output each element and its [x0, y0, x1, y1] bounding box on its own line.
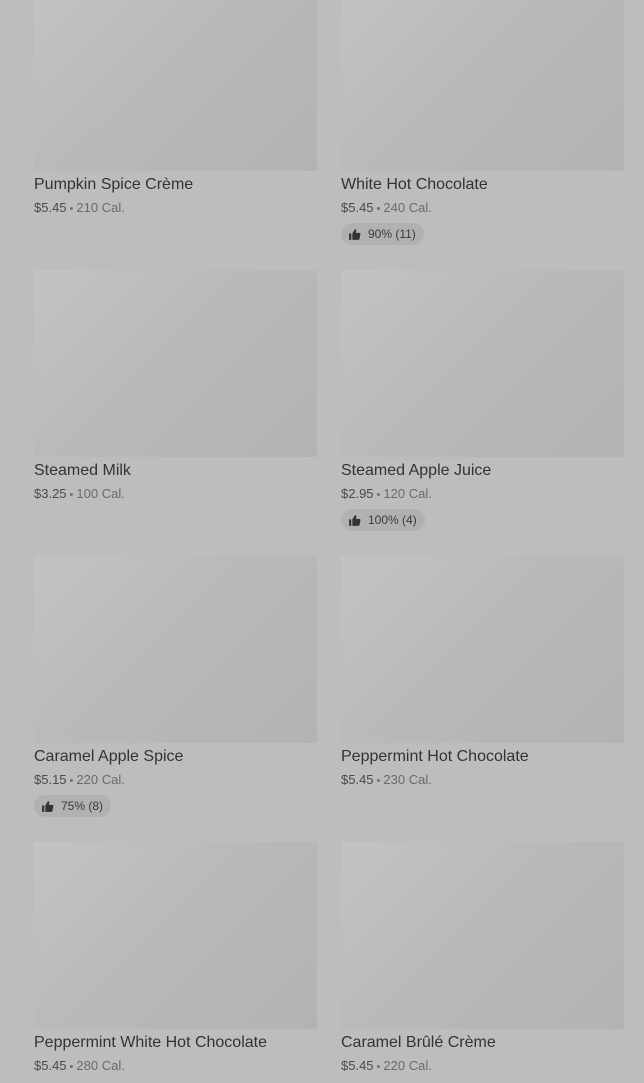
menu-item-name: Steamed Apple Juice: [341, 462, 492, 479]
meta-separator: •: [69, 775, 74, 787]
menu-item-image[interactable]: [34, 842, 317, 1029]
meta-separator: •: [376, 203, 381, 215]
menu-item-name: Pumpkin Spice Crème: [34, 176, 194, 193]
menu-item-calories: 120 Cal.: [383, 486, 432, 501]
menu-item-meta: $3.25 • 100 Cal.: [34, 485, 125, 504]
rating-text: 75% (8): [61, 799, 104, 813]
meta-separator: •: [376, 775, 381, 787]
menu-item-price: $5.45: [34, 200, 67, 215]
menu-item-price: $3.25: [34, 486, 67, 501]
menu-item-name: Caramel Brûlé Crème: [341, 1034, 496, 1051]
menu-item-meta: $5.45 • 220 Cal.: [341, 1057, 432, 1076]
menu-item-meta: $5.45 • 240 Cal.: [341, 199, 432, 218]
menu-item-meta: $2.95 • 120 Cal.: [341, 485, 432, 504]
menu-item-calories: 280 Cal.: [76, 1058, 125, 1073]
menu-item-image[interactable]: [341, 556, 624, 743]
menu-item-calories: 100 Cal.: [76, 486, 125, 501]
thumbs-up-icon: [349, 514, 361, 526]
menu-grid: Pumpkin Spice Crème $5.45 • 210 Cal. White…: [0, 0, 644, 1083]
menu-item-image[interactable]: [341, 270, 624, 457]
menu-item-name: Steamed Milk: [34, 462, 131, 479]
menu-item-calories: 210 Cal.: [76, 200, 125, 215]
menu-item-meta: $5.45 • 230 Cal.: [341, 771, 432, 790]
meta-separator: •: [69, 203, 74, 215]
menu-item-price: $5.45: [341, 772, 374, 787]
thumbs-up-icon: [349, 228, 361, 240]
thumbs-up-icon: [42, 800, 54, 812]
menu-item-meta: $5.45 • 280 Cal.: [34, 1057, 125, 1076]
menu-item-image[interactable]: [341, 0, 624, 171]
menu-item-price: $5.45: [341, 1058, 374, 1073]
rating-badge: 75% (8): [34, 795, 112, 817]
meta-separator: •: [376, 1061, 381, 1073]
menu-item-image[interactable]: [34, 556, 317, 743]
menu-item-calories: 240 Cal.: [383, 200, 432, 215]
rating-badge: 100% (4): [341, 509, 425, 531]
menu-item-calories: 220 Cal.: [76, 772, 125, 787]
menu-item-name: Caramel Apple Spice: [34, 748, 184, 765]
menu-item-price: $5.45: [34, 1058, 67, 1073]
rating-badge: 90% (11): [341, 223, 424, 245]
menu-item-calories: 220 Cal.: [383, 1058, 432, 1073]
menu-item-image[interactable]: [34, 270, 317, 457]
menu-item-name: Peppermint Hot Chocolate: [341, 748, 529, 765]
meta-separator: •: [69, 1061, 74, 1073]
menu-item-meta: $5.45 • 210 Cal.: [34, 199, 125, 218]
menu-item-calories: 230 Cal.: [383, 772, 432, 787]
meta-separator: •: [69, 489, 74, 501]
menu-item-image[interactable]: [341, 842, 624, 1029]
menu-item-meta: $5.15 • 220 Cal.: [34, 771, 125, 790]
menu-item-image[interactable]: [34, 0, 317, 171]
menu-item-price: $2.95: [341, 486, 374, 501]
menu-item-price: $5.45: [341, 200, 374, 215]
rating-text: 90% (11): [368, 227, 416, 241]
menu-item-name: Peppermint White Hot Chocolate: [34, 1034, 267, 1051]
rating-text: 100% (4): [368, 513, 417, 527]
menu-item-price: $5.15: [34, 772, 67, 787]
menu-item-name: White Hot Chocolate: [341, 176, 488, 193]
meta-separator: •: [376, 489, 381, 501]
